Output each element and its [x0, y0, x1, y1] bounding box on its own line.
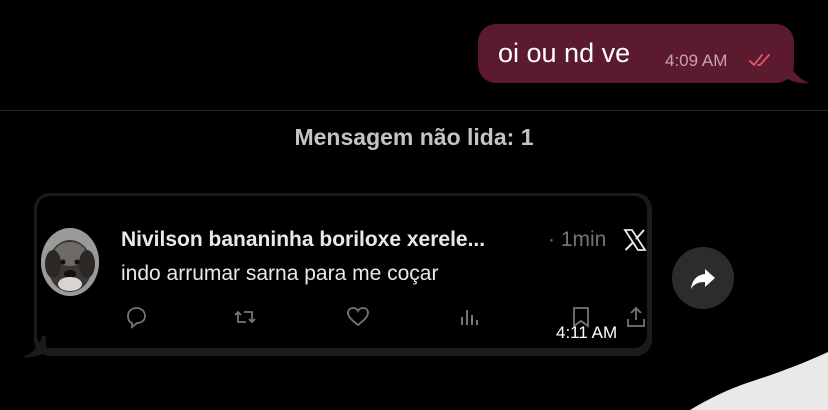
sent-message-time: 4:09 AM	[665, 51, 728, 70]
retweet-icon[interactable]	[232, 304, 258, 330]
forward-arrow-icon	[691, 269, 715, 289]
received-message-time: 4:11 AM	[556, 323, 618, 342]
tweet-author-name[interactable]: Nivilson bananinha boriloxe xerele...	[121, 228, 547, 252]
tweet-text: indo arrumar sarna para me coçar	[121, 262, 439, 285]
double-check-icon	[749, 54, 770, 67]
separator	[0, 110, 828, 111]
share-icon[interactable]	[623, 304, 647, 330]
x-logo-icon	[623, 229, 647, 251]
background-wallpaper-shape	[690, 352, 828, 410]
like-icon[interactable]	[345, 304, 371, 330]
tweet-timestamp: · 1min	[548, 228, 607, 251]
received-message-bubble[interactable]: Nivilson bananinha boriloxe xerele... · …	[34, 193, 652, 356]
views-icon[interactable]	[456, 304, 482, 330]
avatar	[41, 228, 99, 296]
unread-messages-divider: Mensagem não lida: 1	[294, 124, 534, 150]
sent-message-text: oi ou nd ve	[498, 38, 631, 68]
tweet-preview-card[interactable]: Nivilson bananinha boriloxe xerele... · …	[37, 196, 647, 348]
sent-message-bubble[interactable]: oi ou nd ve 4:09 AM	[478, 24, 794, 83]
reply-icon[interactable]	[123, 304, 149, 330]
forward-button[interactable]	[672, 247, 734, 309]
sent-bubble-tail	[786, 62, 810, 84]
received-bubble-tail	[22, 336, 46, 358]
